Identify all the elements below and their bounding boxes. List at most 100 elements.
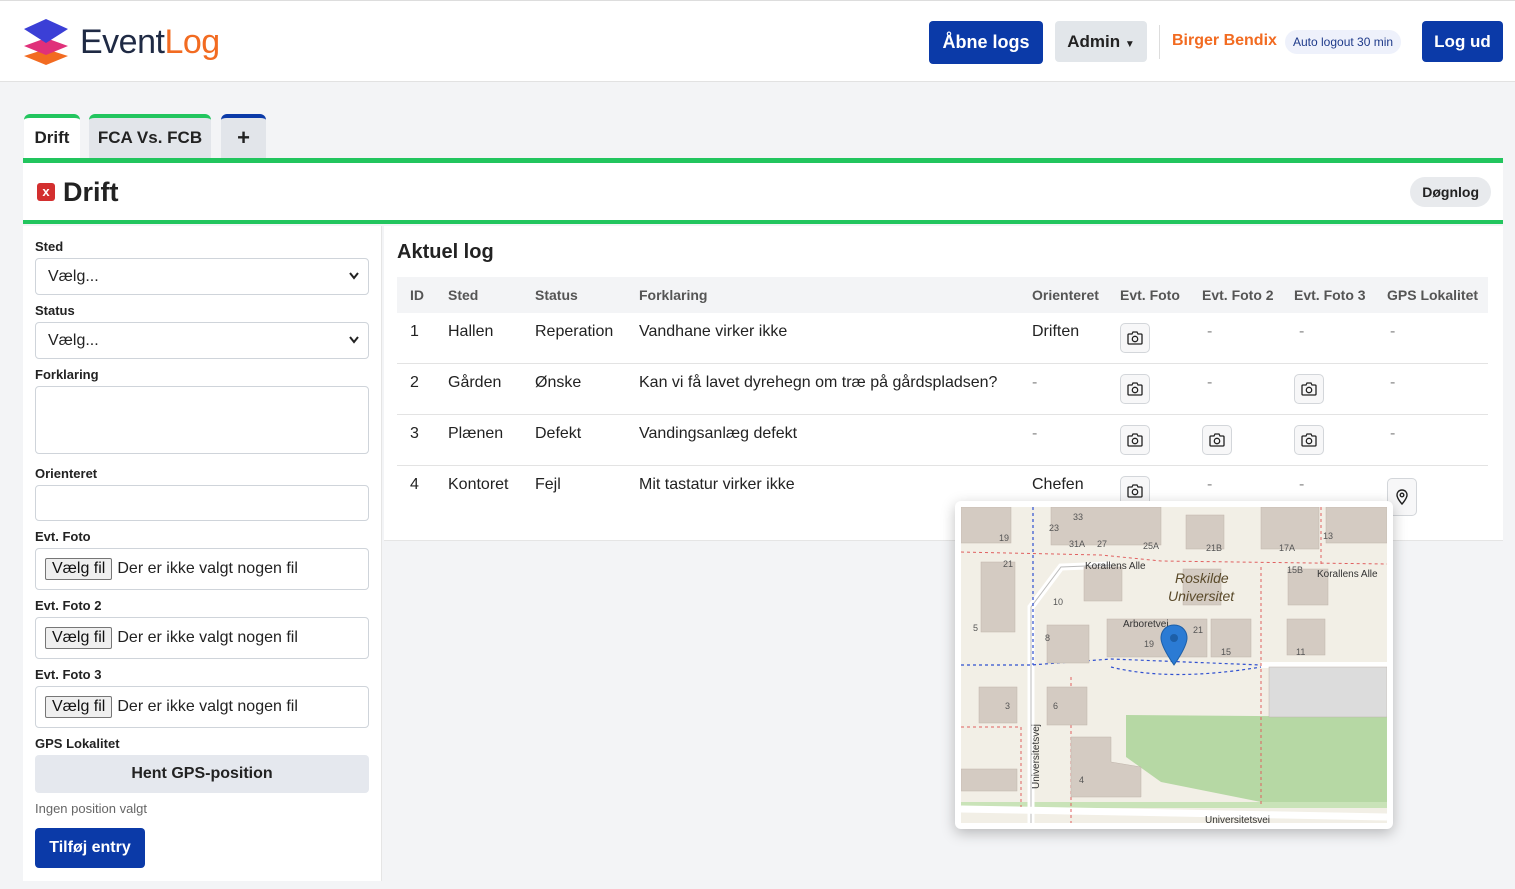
status-select[interactable]: Vælg... [35, 322, 369, 359]
status-select-value: Vælg... [48, 332, 99, 349]
col-sted: Sted [448, 287, 479, 303]
foto3-file-input[interactable]: Vælg fil Der er ikke valgt nogen fil [35, 686, 369, 728]
map-number: 6 [1053, 701, 1058, 711]
foto1-label: Evt. Foto [35, 529, 91, 544]
cell-id: 4 [410, 476, 419, 493]
cell-empty: - [1299, 476, 1305, 493]
sted-label: Sted [35, 239, 64, 254]
map-number: 31A [1069, 539, 1085, 549]
logout-button[interactable]: Log ud [1422, 21, 1503, 62]
app-logo[interactable]: EventLog [22, 17, 220, 67]
cell-sted: Hallen [448, 323, 494, 340]
map-number: 21 [1193, 625, 1203, 635]
user-name: Birger Bendix [1172, 32, 1277, 49]
foto2-label: Evt. Foto 2 [35, 598, 102, 613]
cell-forklaring: Kan vi få lavet dyrehegn om træ på gårds… [639, 374, 998, 391]
map-number: 15 [1221, 647, 1231, 657]
top-navbar: EventLog Åbne logs Admin ▼ Birger Bendix… [0, 0, 1515, 82]
map-number: 11 [1296, 647, 1305, 657]
tab-fca-vs-fcb[interactable]: FCA Vs. FCB [89, 114, 211, 158]
cell-forklaring: Mit tastatur virker ikke [639, 476, 795, 493]
cell-id: 2 [410, 374, 419, 391]
map-place-label: Universitet [1168, 588, 1235, 604]
foto2-file-input[interactable]: Vælg fil Der er ikke valgt nogen fil [35, 617, 369, 659]
col-foto2: Evt. Foto 2 [1202, 287, 1274, 303]
map-number: 23 [1049, 523, 1059, 533]
foto1-file-status: Der er ikke valgt nogen fil [117, 560, 298, 577]
table-row[interactable]: 3 Plænen Defekt Vandingsanlæg defekt - - [397, 415, 1488, 466]
admin-label: Admin [1067, 31, 1121, 51]
foto1-choose-button[interactable]: Vælg fil [45, 558, 113, 580]
camera-icon[interactable] [1120, 323, 1150, 353]
sted-select[interactable]: Vælg... [35, 258, 369, 295]
foto3-label: Evt. Foto 3 [35, 667, 102, 682]
map-number: 25A [1143, 541, 1159, 551]
tab-drift[interactable]: Drift [24, 114, 80, 158]
map-view[interactable]: 33 23 19 31A 27 25A 21B 17A 13 15B 21 10… [961, 507, 1387, 823]
cell-sted: Plænen [448, 425, 504, 442]
map-number: 8 [1045, 633, 1050, 643]
camera-icon[interactable] [1120, 425, 1150, 455]
forklaring-textarea[interactable] [35, 386, 369, 454]
table-row[interactable]: 2 Gården Ønske Kan vi få lavet dyrehegn om … [397, 364, 1488, 415]
daily-log-button[interactable]: Døgnlog [1410, 177, 1491, 207]
col-foto3: Evt. Foto 3 [1294, 287, 1366, 303]
map-number: 19 [999, 533, 1009, 543]
chevron-down-icon [348, 259, 360, 308]
cell-empty: - [1207, 476, 1213, 493]
map-number: 33 [1073, 512, 1083, 522]
foto3-file-status: Der er ikke valgt nogen fil [117, 698, 298, 715]
layers-icon [24, 19, 68, 65]
map-number: 3 [1005, 701, 1010, 711]
cell-empty: - [1390, 425, 1396, 442]
map-number: 27 [1097, 539, 1107, 549]
orienteret-label: Orienteret [35, 466, 98, 481]
add-entry-button[interactable]: Tilføj entry [35, 828, 145, 868]
cell-orienteret: Chefen [1032, 476, 1084, 493]
cell-forklaring: Vandhane virker ikke [639, 323, 788, 340]
camera-icon[interactable] [1294, 374, 1324, 404]
camera-icon[interactable] [1202, 425, 1232, 455]
map-street-label: Arboretvej [1123, 619, 1169, 630]
map-number: 15B [1287, 565, 1303, 575]
current-log-section: Aktuel log ID Sted Status Forklaring Ori… [384, 226, 1503, 541]
map-street-label: Korallens Alle [1317, 569, 1378, 580]
get-gps-button[interactable]: Hent GPS-position [35, 755, 369, 793]
orienteret-input[interactable] [35, 485, 369, 521]
col-forklaring: Forklaring [639, 287, 708, 303]
add-tab-button[interactable]: + [221, 114, 266, 158]
foto3-choose-button[interactable]: Vælg fil [45, 696, 113, 718]
gps-map-popup[interactable]: 33 23 19 31A 27 25A 21B 17A 13 15B 21 10… [955, 501, 1393, 829]
cell-empty: - [1207, 374, 1213, 391]
cell-sted: Kontoret [448, 476, 509, 493]
chevron-down-icon [348, 323, 360, 372]
admin-dropdown[interactable]: Admin ▼ [1055, 21, 1147, 62]
map-number: 4 [1079, 775, 1084, 785]
cell-orienteret: Driften [1032, 323, 1080, 340]
chevron-down-icon: ▼ [1124, 38, 1135, 50]
col-status: Status [535, 287, 578, 303]
forklaring-label: Forklaring [35, 367, 99, 382]
cell-forklaring: Vandingsanlæg defekt [639, 425, 798, 442]
panel-title: Drift [63, 177, 119, 207]
entry-form: Sted Vælg... Status Vælg... Forklaring O… [23, 226, 382, 881]
camera-icon[interactable] [1120, 374, 1150, 404]
sted-select-value: Vælg... [48, 268, 99, 285]
gps-status-text: Ingen position valgt [35, 801, 148, 816]
map-number: 5 [973, 623, 978, 633]
close-log-icon[interactable]: x [37, 183, 55, 201]
foto2-file-status: Der er ikke valgt nogen fil [117, 629, 298, 646]
foto2-choose-button[interactable]: Vælg fil [45, 627, 113, 649]
cell-empty: - [1390, 323, 1396, 340]
map-street-label: Universitetsvej [1205, 815, 1270, 823]
status-label: Status [35, 303, 75, 318]
table-row[interactable]: 1 Hallen Reperation Vandhane virker ikke Dri… [397, 313, 1488, 364]
map-number: 17A [1279, 543, 1295, 553]
logo-text: EventLog [80, 23, 220, 61]
cell-empty: - [1390, 374, 1396, 391]
cell-status: Ønske [535, 374, 582, 391]
foto1-file-input[interactable]: Vælg fil Der er ikke valgt nogen fil [35, 548, 369, 590]
camera-icon[interactable] [1294, 425, 1324, 455]
cell-empty: - [1299, 323, 1305, 340]
open-logs-button[interactable]: Åbne logs [929, 21, 1043, 64]
